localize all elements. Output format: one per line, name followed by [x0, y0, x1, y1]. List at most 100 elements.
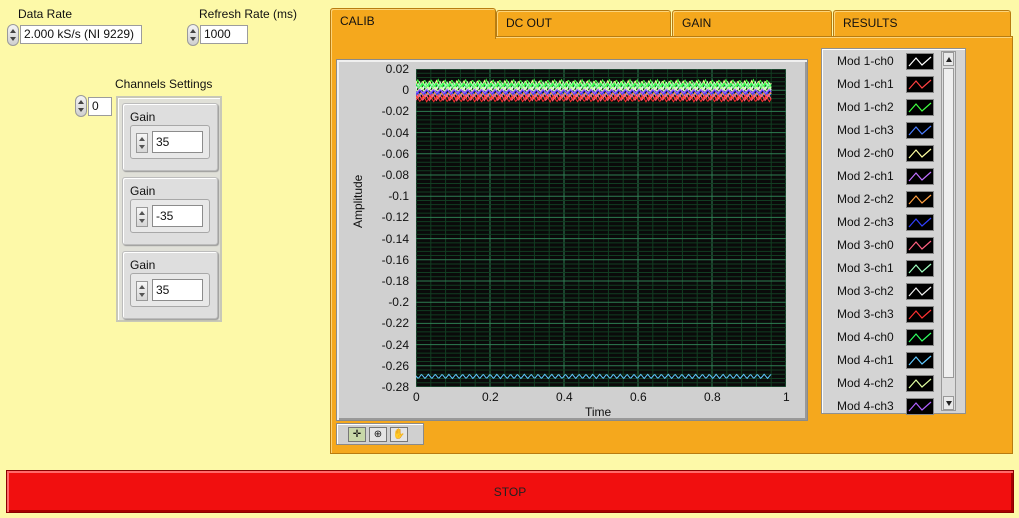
y-tick-label: -0.1 — [388, 189, 409, 204]
tab-results[interactable]: RESULTS — [833, 10, 1011, 37]
legend-swatch — [906, 398, 934, 415]
cursor-tool-icon[interactable]: ✛ — [348, 427, 366, 442]
y-tick-label: -0.26 — [381, 358, 409, 373]
legend-item[interactable]: Mod 4-ch3 — [826, 396, 940, 418]
legend-item[interactable]: Mod 1-ch1 — [826, 74, 940, 96]
legend-item[interactable]: Mod 3-ch2 — [826, 281, 940, 303]
legend-item-label: Mod 3-ch0 — [837, 238, 894, 252]
y-tick-label: -0.22 — [381, 316, 409, 331]
x-tick-label: 0 — [413, 390, 420, 404]
legend-item-label: Mod 1-ch3 — [837, 123, 894, 137]
legend-item[interactable]: Mod 2-ch3 — [826, 212, 940, 234]
legend-swatch — [906, 352, 934, 369]
legend-item-label: Mod 4-ch3 — [837, 399, 894, 413]
zoom-tool-icon[interactable]: ⊕ — [369, 427, 387, 442]
data-rate-spinner[interactable] — [7, 24, 19, 46]
x-tick-label: 0.2 — [482, 390, 499, 404]
scroll-thumb[interactable] — [943, 68, 954, 378]
legend-item[interactable]: Mod 4-ch1 — [826, 350, 940, 372]
legend-item[interactable]: Mod 1-ch0 — [826, 51, 940, 73]
legend-item[interactable]: Mod 2-ch1 — [826, 166, 940, 188]
gain-control: Gain -35 — [122, 177, 218, 245]
x-tick-label: 0.6 — [630, 390, 647, 404]
refresh-rate-spinner[interactable] — [187, 24, 199, 46]
y-tick-label: -0.28 — [381, 380, 409, 394]
gain-field[interactable]: 35 — [152, 279, 203, 301]
legend-item-label: Mod 2-ch3 — [837, 215, 894, 229]
legend-swatch — [906, 53, 934, 70]
scroll-down-arrow-icon[interactable] — [943, 396, 954, 410]
y-tick-label: 0 — [402, 83, 409, 98]
legend-item[interactable]: Mod 1-ch3 — [826, 120, 940, 142]
legend-swatch — [906, 145, 934, 162]
legend-item[interactable]: Mod 3-ch3 — [826, 304, 940, 326]
legend-item-label: Mod 4-ch0 — [837, 330, 894, 344]
tab-dc-out[interactable]: DC OUT — [496, 10, 671, 37]
legend-swatch — [906, 214, 934, 231]
y-tick-label: -0.04 — [381, 125, 409, 140]
legend-item-label: Mod 1-ch2 — [837, 100, 894, 114]
legend-item[interactable]: Mod 1-ch2 — [826, 97, 940, 119]
legend-item[interactable]: Mod 4-ch0 — [826, 327, 940, 349]
legend-swatch — [906, 191, 934, 208]
legend-swatch — [906, 283, 934, 300]
legend-item-label: Mod 2-ch2 — [837, 192, 894, 206]
channel-index-field[interactable]: 0 — [88, 97, 112, 116]
legend-item-label: Mod 2-ch0 — [837, 146, 894, 160]
channels-settings-label: Channels Settings — [115, 77, 213, 91]
legend-scrollbar[interactable] — [941, 51, 956, 411]
y-tick-label: -0.02 — [381, 104, 409, 119]
plot-svg — [415, 68, 787, 388]
legend-item[interactable]: Mod 2-ch2 — [826, 189, 940, 211]
legend-item[interactable]: Mod 4-ch2 — [826, 373, 940, 395]
graph-palette: ✛ ⊕ ✋ — [336, 423, 424, 445]
y-tick-label: -0.16 — [381, 252, 409, 267]
stop-button[interactable]: STOP — [6, 470, 1014, 513]
plot-legend: Mod 1-ch0 Mod 1-ch1 Mod 1-ch2 Mod 1-ch3 Mod … — [821, 48, 966, 415]
waveform-graph: 0.02 0 -0.02 -0.04 -0.06 -0.08 -0.1 -0.12 -0.14 -… — [336, 59, 808, 421]
legend-item-label: Mod 1-ch0 — [837, 54, 894, 68]
legend-item-label: Mod 4-ch1 — [837, 353, 894, 367]
gain-control: Gain 35 — [122, 251, 218, 319]
legend-item[interactable]: Mod 2-ch0 — [826, 143, 940, 165]
gain-control: Gain 35 — [122, 103, 218, 171]
legend-swatch — [906, 306, 934, 323]
gain-field[interactable]: 35 — [152, 131, 203, 153]
legend-swatch — [906, 329, 934, 346]
gain-field[interactable]: -35 — [152, 205, 203, 227]
refresh-rate-field[interactable]: 1000 — [200, 25, 248, 44]
y-tick-label: -0.08 — [381, 168, 409, 182]
legend-item-label: Mod 3-ch1 — [837, 261, 894, 275]
y-tick-label: -0.2 — [388, 295, 409, 310]
legend-swatch — [906, 99, 934, 116]
tab-gain[interactable]: GAIN — [672, 10, 832, 37]
channel-index-spinner[interactable] — [75, 95, 87, 117]
pan-hand-icon[interactable]: ✋ — [390, 427, 408, 442]
legend-item[interactable]: Mod 3-ch0 — [826, 235, 940, 257]
x-axis-label: Time — [585, 405, 612, 419]
x-tick-label: 0.4 — [556, 390, 573, 404]
y-tick-label: -0.18 — [381, 274, 409, 288]
legend-item[interactable]: Mod 3-ch1 — [826, 258, 940, 280]
legend-swatch — [906, 168, 934, 185]
legend-item-label: Mod 1-ch1 — [837, 77, 894, 91]
channels-settings-cluster: Gain 35 Gain -35 Gain 35 — [116, 96, 222, 322]
tab-calib[interactable]: CALIB — [330, 8, 496, 39]
gain-spinner[interactable] — [136, 133, 148, 153]
gain-label: Gain — [130, 184, 156, 198]
gain-spinner[interactable] — [136, 207, 148, 227]
legend-item-label: Mod 2-ch1 — [837, 169, 894, 183]
data-rate-field[interactable]: 2.000 kS/s (NI 9229) — [20, 25, 142, 44]
legend-swatch — [906, 76, 934, 93]
gain-label: Gain — [130, 110, 156, 124]
refresh-rate-label: Refresh Rate (ms) — [199, 7, 298, 21]
scroll-up-arrow-icon[interactable] — [943, 52, 954, 66]
calib-tab-panel: 0.02 0 -0.02 -0.04 -0.06 -0.08 -0.1 -0.12 -0.14 -… — [330, 36, 1013, 454]
legend-swatch — [906, 260, 934, 277]
gain-spinner[interactable] — [136, 281, 148, 301]
legend-swatch — [906, 237, 934, 254]
legend-item-label: Mod 3-ch2 — [837, 284, 894, 298]
gain-label: Gain — [130, 258, 156, 272]
legend-swatch — [906, 375, 934, 392]
plot-area[interactable] — [415, 68, 787, 388]
